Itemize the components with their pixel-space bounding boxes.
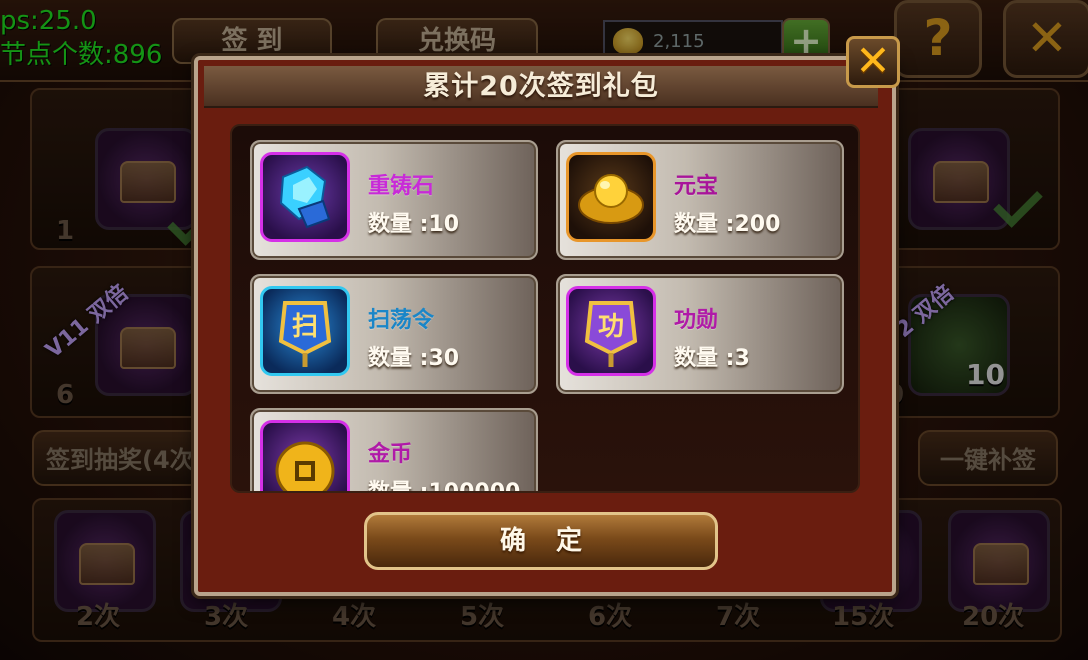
reward-item: 扫 扫荡令 数量 :30 [250,274,538,394]
blue-crystal-icon [260,152,350,242]
close-icon: ✕ [855,36,891,85]
reward-item: 元宝 数量 :200 [556,140,844,260]
item-quantity: 数量 :200 [674,212,781,237]
item-quantity: 数量 :30 [368,346,460,371]
reward-item: 金币 数量 :100000 [250,408,538,493]
gold-coin-icon [260,420,350,491]
sweep-token-char: 扫 [292,312,318,342]
reward-item: 重铸石 数量 :10 [250,140,538,260]
merit-token-char: 功 [598,312,624,342]
item-quantity: 数量 :10 [368,212,460,237]
confirm-button[interactable]: 确定 [364,512,718,570]
item-name: 元宝 [674,174,719,199]
reward-item: 功 功勋 数量 :3 [556,274,844,394]
item-name: 重铸石 [368,174,435,199]
item-name: 金币 [368,442,413,467]
dialog-header: 累计20次签到礼包 [204,66,878,108]
item-name: 功勋 [674,308,719,333]
close-dialog-button[interactable]: ✕ [846,36,900,88]
item-quantity: 数量 :3 [674,346,750,371]
item-quantity: 数量 :100000 [368,480,521,493]
item-name: 扫荡令 [368,308,435,333]
reward-list[interactable]: 重铸石 数量 :10 元宝 数量 :200 扫 扫荡令 数量:30 功 功勋 … [230,124,860,493]
sweep-token-icon: 扫 [260,286,350,376]
merit-token-icon: 功 [566,286,656,376]
gold-ingot-icon [566,152,656,242]
dialog-title: 累计20次签到礼包 [423,71,659,102]
